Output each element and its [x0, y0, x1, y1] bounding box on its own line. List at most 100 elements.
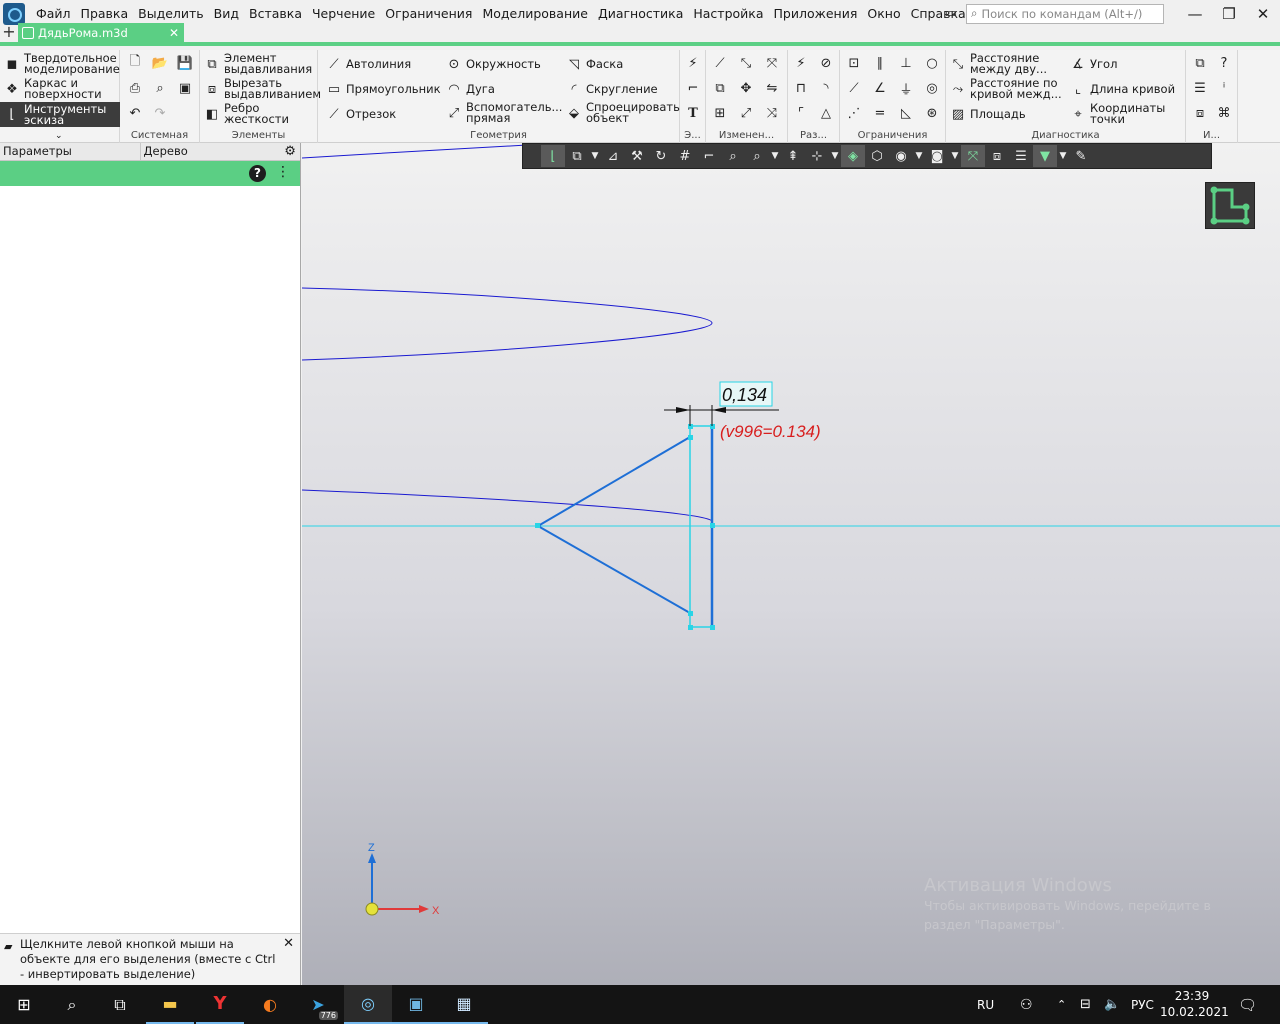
kompas-taskbar-icon[interactable]: ◎	[344, 985, 392, 1024]
scale-icon[interactable]: ⤢	[736, 103, 756, 123]
array-icon[interactable]: ⊞	[710, 103, 730, 123]
open-file-icon[interactable]: 📂	[150, 53, 170, 73]
curve-top[interactable]	[302, 144, 528, 159]
zoom-window-icon[interactable]: ⌕	[745, 145, 769, 167]
help-icon[interactable]: ?	[249, 165, 266, 182]
display-icon[interactable]: ◙	[925, 145, 949, 167]
cut-extrude-button[interactable]: ⧈ Вырезать выдавливанием	[204, 77, 321, 100]
break-icon[interactable]: ⤧	[762, 53, 782, 73]
wireframe-view-icon[interactable]: ⬡	[865, 145, 889, 167]
redo-icon[interactable]: ↷	[150, 103, 170, 123]
variables-icon[interactable]: ⧈	[1190, 103, 1210, 123]
snap-caret-icon[interactable]: ▼	[589, 151, 601, 161]
move-icon[interactable]: ✥	[736, 78, 756, 98]
snap-icon[interactable]: ⧉	[565, 145, 589, 167]
menu-constraints[interactable]: Ограничения	[380, 0, 477, 27]
collinear-icon[interactable]: ⟋	[844, 78, 864, 98]
help-question-icon[interactable]: ?	[1214, 53, 1234, 73]
section-icon[interactable]: ⤧	[961, 145, 985, 167]
linear-dimension-icon[interactable]: ⊓	[791, 78, 811, 98]
file-explorer-icon[interactable]: ▬	[146, 985, 194, 1024]
preview-icon[interactable]: ⌕	[150, 78, 170, 98]
people-icon[interactable]: ⚇	[1020, 985, 1033, 1024]
telegram-icon[interactable]: ➤ 776	[294, 985, 342, 1024]
tray-expand-icon[interactable]: ⌃	[1057, 985, 1066, 1024]
menu-settings[interactable]: Настройка	[688, 0, 768, 27]
document-tab[interactable]: ДядьРома.m3d ✕	[18, 23, 184, 42]
sketch-mode-badge[interactable]	[1205, 182, 1255, 229]
tab-parameters[interactable]: Параметры	[0, 143, 141, 160]
auto-dimension-icon[interactable]: ⚡	[791, 53, 811, 73]
volume-icon[interactable]: 🔈	[1104, 985, 1120, 1024]
copy-properties-icon[interactable]: ⧉	[1190, 53, 1210, 73]
corner-icon[interactable]: ⌐	[683, 78, 703, 98]
chamfer-button[interactable]: ◹ Фаска	[566, 56, 623, 72]
yandex-browser-icon[interactable]: Y	[196, 985, 244, 1024]
menu-diagnostics[interactable]: Диагностика	[593, 0, 688, 27]
text-icon[interactable]: T	[683, 103, 703, 123]
gear-icon[interactable]: ⚙	[280, 143, 300, 160]
panel-layout-icon[interactable]: ▭	[940, 3, 962, 25]
dimension-value[interactable]: 0,134	[722, 385, 767, 405]
sketch-mode-icon[interactable]: ⌊	[541, 145, 565, 167]
orientation-icon[interactable]: ⊹	[805, 145, 829, 167]
sketch-canvas[interactable]: 0,134 (v996=0.134) Z X	[302, 143, 1280, 985]
split-icon[interactable]: ⟋	[710, 53, 730, 73]
curve-lower[interactable]	[302, 489, 713, 522]
print-icon[interactable]: ⎙	[125, 78, 145, 98]
mode-wireframe-surfaces[interactable]: ❖ Каркас и поверхности	[4, 77, 120, 100]
constraint-toggle-icon[interactable]: ⊿	[601, 145, 625, 167]
perpendicular-icon[interactable]: ⊥	[896, 53, 916, 73]
angle-icon[interactable]: ◺	[896, 103, 916, 123]
angle-constraint-icon[interactable]: ∠	[870, 78, 890, 98]
calculator-icon[interactable]: ▦	[440, 985, 488, 1024]
new-file-icon[interactable]: 🗋	[125, 53, 145, 73]
menu-insert[interactable]: Вставка	[244, 0, 307, 27]
macro-icon[interactable]: ⌘	[1214, 103, 1234, 123]
layers-view-icon[interactable]: ⧈	[985, 145, 1009, 167]
info-icon[interactable]: ⁱ	[1214, 78, 1234, 98]
photos-icon[interactable]: ▣	[392, 985, 440, 1024]
tangent-icon[interactable]: ○	[922, 53, 942, 73]
filter-caret-icon[interactable]: ▼	[1057, 151, 1069, 161]
app-orange-icon[interactable]: ◐	[246, 985, 294, 1024]
expand-modes-icon[interactable]: ⌄	[55, 131, 63, 141]
orientation-caret-icon[interactable]: ▼	[829, 151, 841, 161]
variable-label[interactable]: (v996=0.134)	[720, 422, 821, 441]
parallel-icon[interactable]: ∥	[870, 53, 890, 73]
shaded-view-icon[interactable]: ◈	[841, 145, 865, 167]
area-button[interactable]: ▨ Площадь	[950, 106, 1026, 122]
arc-dimension-icon[interactable]: △	[816, 103, 836, 123]
curve-length-button[interactable]: ⌞ Длина кривой	[1070, 81, 1175, 97]
rotate-view-icon[interactable]: ↻	[649, 145, 673, 167]
equal-icon[interactable]: =	[870, 103, 890, 123]
fix-point-icon[interactable]: ⊡	[844, 53, 864, 73]
tab-tree[interactable]: Дерево	[141, 143, 281, 160]
dim-toggle-icon[interactable]: ⚒	[625, 145, 649, 167]
grid-icon[interactable]: #	[673, 145, 697, 167]
point-coordinates-button[interactable]: ⌖ Координаты точки	[1070, 102, 1165, 125]
trim-icon[interactable]: ⚡	[683, 53, 703, 73]
angle-dimension-icon[interactable]: ⌜	[791, 103, 811, 123]
constraint-options-icon[interactable]: ⊛	[922, 103, 942, 123]
copy-icon[interactable]: ⧉	[710, 78, 730, 98]
close-hint-icon[interactable]: ✕	[283, 936, 294, 951]
normal-to-icon[interactable]: ⇞	[781, 145, 805, 167]
command-search-input[interactable]: ⌕ Поиск по командам (Alt+/)	[966, 3, 1164, 24]
search-taskbar-icon[interactable]: ⌕	[48, 985, 96, 1024]
close-tab-icon[interactable]: ✕	[169, 26, 179, 40]
menu-view[interactable]: Вид	[209, 0, 244, 27]
zoom-icon[interactable]: ⌕	[721, 145, 745, 167]
menu-window[interactable]: Окно	[862, 0, 905, 27]
menu-apps[interactable]: Приложения	[769, 0, 863, 27]
filter-icon[interactable]: ▼	[1033, 145, 1057, 167]
deform-icon[interactable]: ⤨	[762, 103, 782, 123]
arc-button[interactable]: ◠ Дуга	[446, 81, 495, 97]
new-document-button[interactable]: +	[0, 23, 18, 42]
distance-along-curve-button[interactable]: ⤳ Расстояние по кривой межд...	[950, 77, 1062, 100]
export-icon[interactable]: ▣	[175, 78, 195, 98]
task-view-icon[interactable]: ⧉	[96, 985, 144, 1024]
save-icon[interactable]: 💾	[175, 53, 195, 73]
distance-between-button[interactable]: ⤡ Расстояние между дву...	[950, 52, 1047, 75]
minimize-button[interactable]: —	[1178, 5, 1212, 23]
